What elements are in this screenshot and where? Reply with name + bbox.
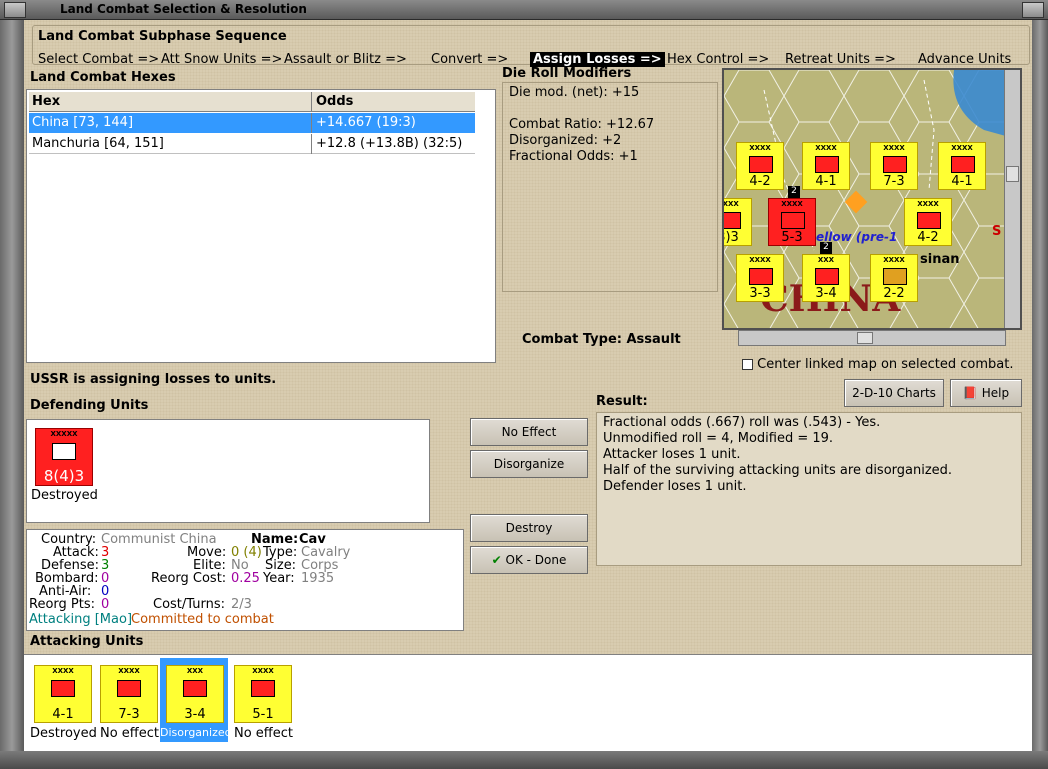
reorg-cost-value: 0.25	[231, 571, 260, 586]
hex-name: Manchuria [64, 151]	[32, 136, 164, 151]
column-odds[interactable]: Odds	[316, 94, 353, 109]
phase-select-combat: Select Combat =>	[38, 52, 160, 67]
phase-assault-or-blitz: Assault or Blitz =>	[284, 52, 407, 67]
result-line: Fractional odds (.667) roll was (.543) -…	[603, 415, 881, 430]
phase-convert: Convert =>	[431, 52, 509, 67]
map-counter[interactable]: XXXX 4-1	[802, 142, 850, 190]
modifier-line: Disorganized: +2	[509, 133, 622, 148]
map-counter[interactable]: XXXX 2-2	[870, 254, 918, 302]
column-hex[interactable]: Hex	[32, 94, 60, 109]
attacking-unit-counter[interactable]: XXXX 7-3	[100, 665, 158, 723]
map-counter[interactable]: XXX 3-4	[802, 254, 850, 302]
scroll-thumb[interactable]	[857, 332, 873, 344]
year-value: 1935	[301, 571, 335, 586]
window-frame-bottom	[0, 751, 1048, 769]
result-line: Attacker loses 1 unit.	[603, 447, 741, 462]
attacking-unit-status: No effect	[234, 726, 294, 741]
window-frame-right	[1032, 20, 1048, 769]
modifiers-heading: Die Roll Modifiers	[502, 66, 632, 81]
cost-turns-label: Cost/Turns:	[153, 597, 225, 612]
center-map-option[interactable]: Center linked map on selected combat.	[742, 357, 1014, 372]
combat-type: Combat Type: Assault	[522, 332, 681, 347]
result-line: Unmodified roll = 4, Modified = 19.	[603, 431, 834, 446]
modifier-line: Die mod. (net): +15	[509, 85, 640, 100]
unit-info-panel: Country: Communist China Name: Cav Attac…	[26, 529, 464, 631]
map-tag-label: S	[992, 224, 1002, 239]
result-line: Defender loses 1 unit.	[603, 479, 747, 494]
help-book-icon: 📕	[962, 386, 978, 400]
map-counter[interactable]: XXXX 4-2	[904, 198, 952, 246]
result-heading: Result:	[596, 394, 648, 409]
status-text: USSR is assigning losses to units.	[30, 372, 277, 387]
phase-retreat-units: Retreat Units =>	[785, 52, 896, 67]
hex-odds: +14.667 (19:3)	[316, 115, 416, 130]
reorg-pts-value: 0	[101, 597, 110, 612]
center-map-label: Center linked map on selected combat.	[757, 357, 1014, 372]
close-button[interactable]	[1022, 2, 1044, 18]
combat-hex-list[interactable]: Hex Odds China [73, 144] +14.667 (19:3) …	[26, 89, 496, 363]
attacking-unit-status: Disorganized	[160, 726, 232, 739]
result-box: Fractional odds (.667) roll was (.543) -…	[596, 412, 1022, 566]
help-button[interactable]: 📕 Help	[950, 379, 1022, 407]
hex-list-header: Hex Odds	[29, 92, 475, 112]
defending-heading: Defending Units	[30, 398, 149, 413]
window-frame-left	[0, 20, 24, 769]
phase-assign-losses: Assign Losses =>	[530, 52, 665, 67]
subphase-sequence: Land Combat Subphase Sequence Select Com…	[32, 25, 1030, 67]
ok-done-button[interactable]: ✔ OK - Done	[470, 546, 588, 574]
die-roll-modifiers: Die mod. (net): +15 Combat Ratio: +12.67…	[502, 82, 718, 292]
attacking-units-area: XXXX 4-1 Destroyed XXXX 7-3 No effect XXX 3…	[24, 654, 1032, 751]
map-counter[interactable]: XXXX 7-3	[870, 142, 918, 190]
subphase-heading: Land Combat Subphase Sequence	[38, 29, 287, 44]
dialog-content: Land Combat Subphase Sequence Select Com…	[24, 20, 1032, 751]
window-titlebar: Land Combat Selection & Resolution	[0, 0, 1048, 20]
attacking-unit-counter[interactable]: XXXX 5-1	[234, 665, 292, 723]
result-line: Half of the surviving attacking units ar…	[603, 463, 953, 478]
defending-unit-counter[interactable]: XXXXX 8(4)3	[35, 428, 93, 486]
attacking-unit-status: Destroyed	[30, 726, 97, 741]
map-vertical-scrollbar[interactable]	[1004, 70, 1020, 328]
stack-badge: 2	[788, 186, 800, 198]
center-map-checkbox[interactable]	[742, 359, 753, 370]
map-counter[interactable]: XXXX 4-2	[736, 142, 784, 190]
charts-button[interactable]: 2-D-10 Charts	[844, 379, 944, 407]
hexes-heading: Land Combat Hexes	[30, 70, 176, 85]
map-counter[interactable]: XXXX 3-3	[736, 254, 784, 302]
disorganize-button[interactable]: Disorganize	[470, 450, 588, 478]
map-horizontal-scrollbar[interactable]	[738, 330, 1006, 346]
phase-hex-control: Hex Control =>	[667, 52, 770, 67]
hex-odds: +12.8 (+13.8B) (32:5)	[316, 136, 463, 151]
defending-units-box: XXXXX 8(4)3 Destroyed	[26, 419, 430, 523]
hex-row[interactable]: Manchuria [64, 151] +12.8 (+13.8B) (32:5…	[29, 134, 475, 154]
reorg-cost-label: Reorg Cost:	[151, 571, 227, 586]
modifier-line: Fractional Odds: +1	[509, 149, 638, 164]
no-effect-button[interactable]: No Effect	[470, 418, 588, 446]
destroy-button[interactable]: Destroy	[470, 514, 588, 542]
attacking-heading: Attacking Units	[30, 634, 144, 649]
check-icon: ✔	[491, 553, 502, 567]
modifier-line: Combat Ratio: +12.67	[509, 117, 655, 132]
stack-badge: 2	[820, 242, 832, 254]
hex-row[interactable]: China [73, 144] +14.667 (19:3)	[29, 113, 475, 133]
reorg-pts-label: Reorg Pts:	[29, 597, 95, 612]
phase-att-snow-units: Att Snow Units =>	[161, 52, 283, 67]
attacking-unit-counter[interactable]: XXXX 4-1	[34, 665, 92, 723]
phase-advance-units: Advance Units	[918, 52, 1012, 67]
attacking-unit-status: No effect	[100, 726, 160, 741]
map-counter[interactable]: XXXX 4-1	[938, 142, 986, 190]
linked-map[interactable]: CHINA ellow (pre-1 sinan S XXXX4-2 XXXX4…	[722, 68, 1022, 330]
map-counter[interactable]: XXXX 5-3	[768, 198, 816, 246]
cost-turns-value: 2/3	[231, 597, 252, 612]
attacking-note: Attacking [Mao]	[29, 612, 133, 627]
window-title: Land Combat Selection & Resolution	[60, 2, 307, 16]
defending-unit-status: Destroyed	[31, 488, 98, 503]
year-label: Year:	[263, 571, 295, 586]
attacking-unit-counter[interactable]: XXX 3-4	[166, 665, 224, 723]
map-city-label: sinan	[920, 252, 960, 267]
committed-note: Committed to combat	[131, 612, 274, 627]
window-menu-button[interactable]	[4, 2, 26, 18]
scroll-thumb[interactable]	[1006, 166, 1019, 182]
map-counter[interactable]: XXXX3)3	[724, 198, 752, 246]
hex-name: China [73, 144]	[32, 115, 134, 130]
